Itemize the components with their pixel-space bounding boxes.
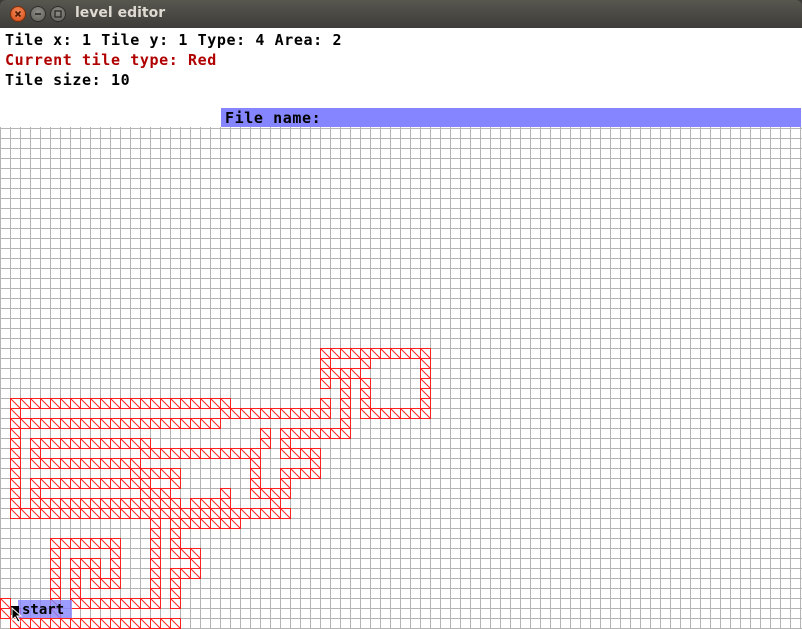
tile-size-line: Tile size: 10 — [5, 71, 131, 89]
file-name-field[interactable]: File name: — [221, 108, 801, 128]
start-marker[interactable]: start — [18, 600, 72, 618]
title-bar: level editor — [0, 0, 802, 28]
maximize-button[interactable] — [50, 6, 66, 22]
current-tile-type-line: Current tile type: Red — [5, 51, 217, 69]
close-button[interactable] — [10, 6, 26, 22]
window-title: level editor — [75, 5, 166, 21]
editor-window: Tile x: 1 Tile y: 1 Type: 4 Area: 2 Curr… — [0, 28, 802, 629]
close-icon — [14, 10, 22, 18]
tile-info-line: Tile x: 1 Tile y: 1 Type: 4 Area: 2 — [5, 31, 343, 49]
file-name-label: File name: — [225, 109, 322, 127]
info-panel: Tile x: 1 Tile y: 1 Type: 4 Area: 2 Curr… — [0, 28, 802, 128]
tile-grid[interactable]: start — [0, 127, 802, 629]
start-label: start — [22, 602, 64, 618]
maximize-icon — [54, 10, 62, 18]
minimize-button[interactable] — [30, 6, 46, 22]
minimize-icon — [35, 13, 41, 15]
